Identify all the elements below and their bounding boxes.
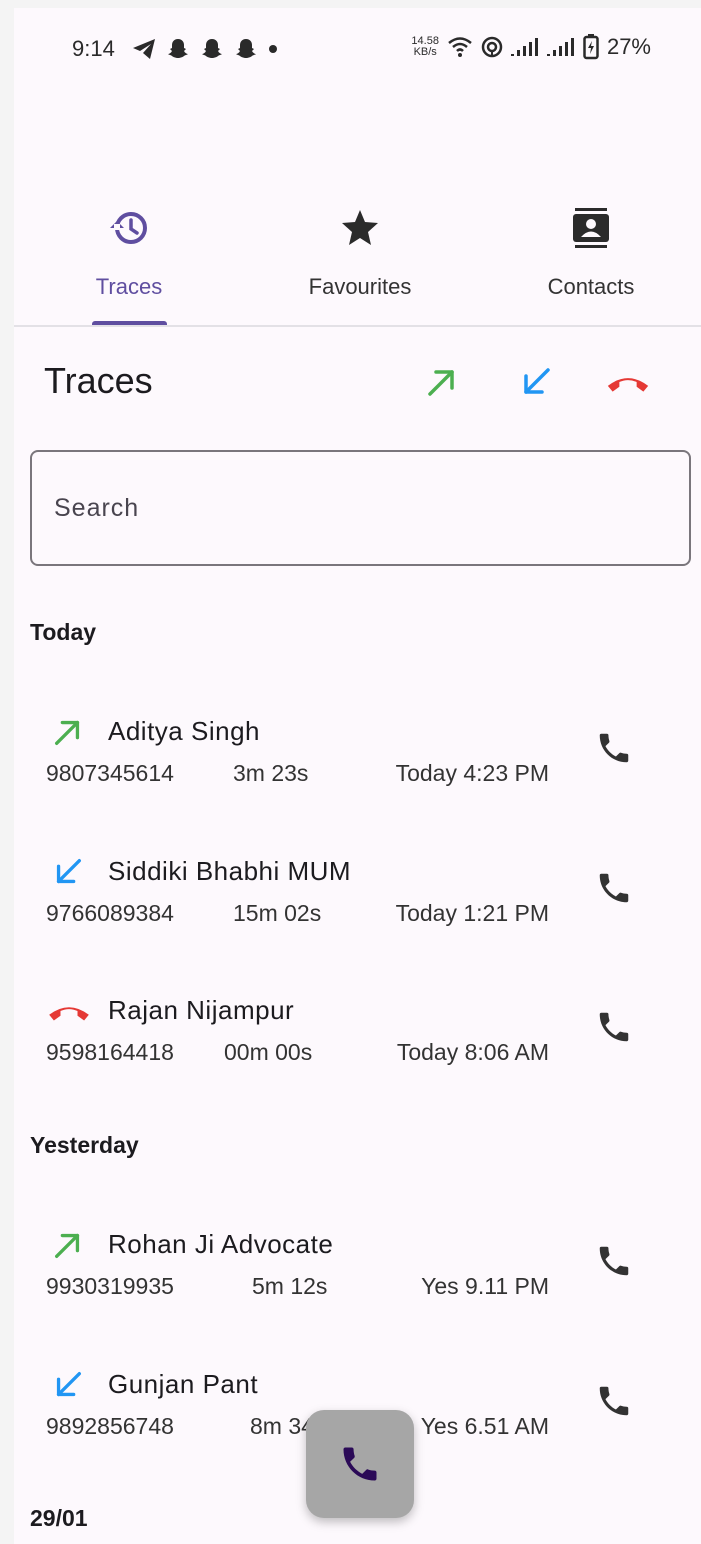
call-time: Today 1:21 PM: [395, 900, 549, 926]
call-direction: [50, 1367, 86, 1403]
call-duration: 5m 12s: [252, 1273, 328, 1299]
call-time: Today 8:06 AM: [396, 1039, 549, 1065]
battery-icon: [583, 34, 599, 60]
call-time: Yes 9.11 PM: [421, 1273, 549, 1299]
call-direction: [50, 854, 86, 890]
phone-icon: [599, 1386, 629, 1416]
phone-icon: [599, 733, 629, 763]
contact-name: Aditya Singh: [108, 716, 260, 746]
incoming-arrow-icon: [56, 859, 81, 884]
dial-fab-button[interactable]: [306, 1410, 414, 1518]
speed-unit: KB/s: [413, 46, 437, 58]
hotspot-icon: [481, 36, 503, 58]
incoming-arrow-icon: [56, 1372, 81, 1397]
history-icon: [110, 212, 147, 244]
tab-label: Favourites: [308, 274, 412, 299]
call-log-item[interactable]: Rohan Ji Advocate 9930319935 5m 12s Yes …: [14, 1227, 701, 1337]
telegram-icon: [133, 39, 155, 59]
call-log-item[interactable]: Rajan Nijampur 9598164418 00m 00s Today …: [14, 993, 701, 1103]
missed-call-icon: [49, 1007, 89, 1021]
notification-icons: [132, 37, 278, 61]
tab-favourites[interactable]: Favourites: [280, 198, 440, 326]
outgoing-arrow-icon: [428, 370, 454, 396]
call-back-button[interactable]: [590, 1237, 638, 1285]
network-speed: 14.58 KB/s: [411, 36, 439, 58]
call-back-button[interactable]: [590, 864, 638, 912]
call-duration: 3m 23s: [233, 760, 309, 786]
call-log-item[interactable]: Siddiki Bhabhi MUM 9766089384 15m 02s To…: [14, 854, 701, 964]
call-log-item[interactable]: Aditya Singh 9807345614 3m 23s Today 4:2…: [14, 714, 701, 824]
wifi-icon: [448, 37, 472, 57]
call-time: Today 4:23 PM: [395, 760, 549, 786]
snapchat-icon: [202, 39, 222, 58]
group-header-today: Today: [30, 619, 97, 645]
phone-icon: [599, 1246, 629, 1276]
signal-icon: [510, 38, 538, 56]
call-time: Yes 6.51 AM: [420, 1413, 549, 1439]
call-direction: [44, 993, 94, 1029]
contact-card-icon: [573, 208, 609, 248]
filter-incoming-button[interactable]: [512, 358, 560, 406]
tab-label: Traces: [95, 274, 163, 299]
call-duration: 15m 02s: [233, 900, 322, 926]
phone-icon: [343, 1447, 377, 1481]
dot-icon: [269, 45, 277, 53]
phone-number: 9892856748: [46, 1413, 174, 1439]
contact-name: Gunjan Pant: [108, 1369, 259, 1399]
contact-name: Rajan Nijampur: [108, 995, 295, 1025]
status-time: 9:14: [72, 36, 115, 61]
call-back-button[interactable]: [590, 1003, 638, 1051]
outgoing-arrow-icon: [55, 1233, 80, 1258]
filter-outgoing-button[interactable]: [418, 358, 466, 406]
tab-label: Contacts: [547, 274, 635, 299]
page-title: Traces: [44, 360, 153, 401]
contact-name: Rohan Ji Advocate: [108, 1229, 334, 1259]
system-icons: 14.58 KB/s 27%: [411, 34, 651, 60]
phone-number: 9807345614: [46, 760, 174, 786]
incoming-arrow-icon: [524, 368, 550, 394]
call-direction: [50, 1227, 86, 1263]
tab-bar: Traces Favourites Contacts: [14, 198, 701, 326]
app-screen: 9:14 14.58 KB/s 27% Traces Favourites Co…: [14, 8, 701, 1544]
star-icon: [342, 210, 378, 245]
missed-call-icon: [607, 378, 649, 392]
phone-icon: [599, 1012, 629, 1042]
phone-number: 9766089384: [46, 900, 174, 926]
call-direction: [50, 714, 86, 750]
contact-name: Siddiki Bhabhi MUM: [108, 856, 352, 886]
search-input[interactable]: [32, 452, 689, 564]
call-duration: 00m 00s: [224, 1039, 313, 1065]
filter-missed-button[interactable]: [604, 358, 652, 406]
phone-number: 9930319935: [46, 1273, 174, 1299]
call-back-button[interactable]: [590, 724, 638, 772]
tab-divider: [14, 325, 701, 327]
group-header-yesterday: Yesterday: [30, 1132, 139, 1158]
battery-percent: 27%: [606, 34, 651, 59]
phone-icon: [599, 873, 629, 903]
call-back-button[interactable]: [590, 1377, 638, 1425]
signal-icon: [546, 38, 574, 56]
tab-traces[interactable]: Traces: [49, 198, 209, 326]
snapchat-icon: [168, 39, 188, 58]
outgoing-arrow-icon: [55, 720, 80, 745]
status-bar: 9:14 14.58 KB/s 27%: [14, 30, 701, 70]
phone-number: 9598164418: [46, 1039, 174, 1065]
search-box: [30, 450, 691, 566]
tab-contacts[interactable]: Contacts: [511, 198, 671, 326]
group-header-date: 29/01: [30, 1505, 88, 1531]
snapchat-icon: [236, 39, 256, 58]
